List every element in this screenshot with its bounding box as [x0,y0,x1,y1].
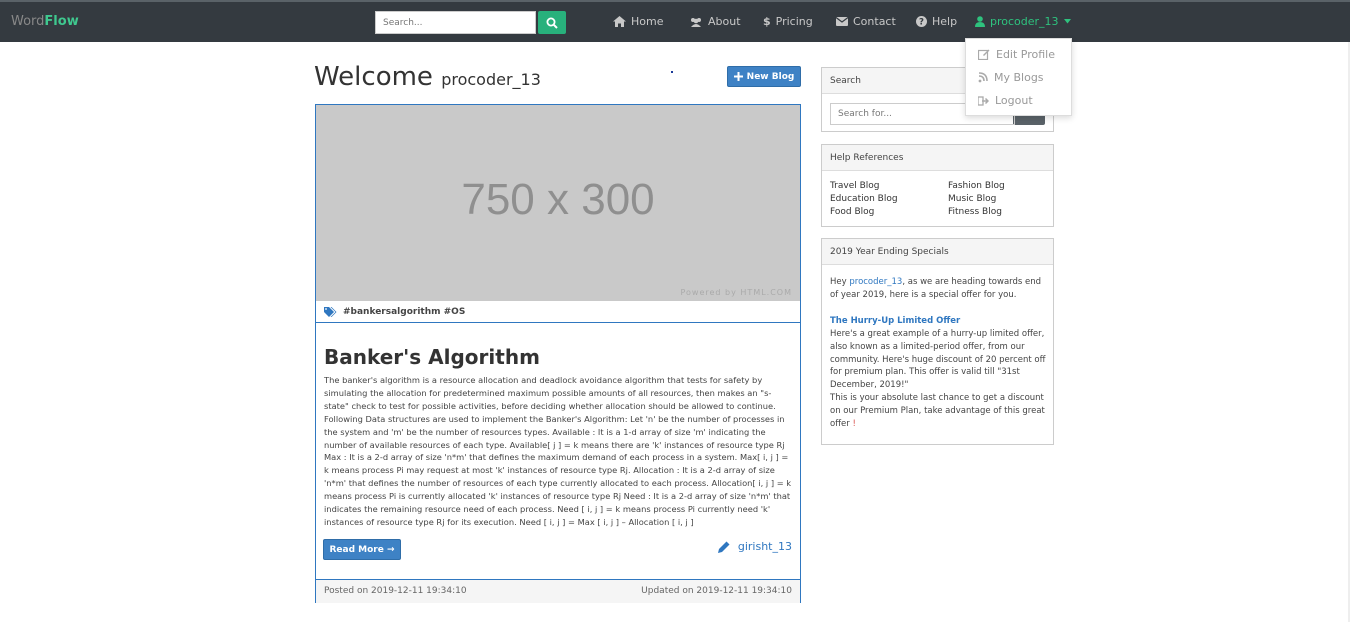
last-chance: This is your absolute last chance to get… [830,392,1048,431]
post-tags: #bankersalgorithm #OS [316,301,800,323]
decorative-dot [671,71,673,73]
question-circle-icon: ? [916,16,927,27]
help-widget-title: Help References [822,145,1053,171]
pencil-icon [717,541,730,553]
help-link-music[interactable]: Music Blog [948,194,996,204]
envelope-icon [836,17,848,26]
updated-date: Updated on 2019-12-11 19:34:10 [641,586,792,596]
help-link-fashion[interactable]: Fashion Blog [948,181,1005,191]
home-icon [613,16,626,27]
blog-post-card: 750 x 300 Powered by HTML.COM #bankersal… [315,104,801,603]
posted-date: Posted on 2019-12-11 19:34:10 [324,586,467,596]
year-end-specials-widget: 2019 Year Ending Specials Hey procoder_1… [821,238,1054,445]
edit-profile-label: Edit Profile [996,48,1056,61]
nav-help[interactable]: ? Help [916,15,957,28]
edit-icon [978,49,990,60]
post-author[interactable]: girisht_13 [717,540,792,553]
caret-down-icon [1063,19,1071,24]
help-link-travel[interactable]: Travel Blog [830,181,880,191]
last-chance-text: This is your absolute last chance to get… [830,393,1045,430]
dropdown-my-blogs[interactable]: My Blogs [978,71,1044,84]
new-blog-label: New Blog [746,71,795,82]
specials-widget-title: 2019 Year Ending Specials [822,239,1053,265]
dropdown-edit-profile[interactable]: Edit Profile [978,48,1055,61]
image-credit: Powered by HTML.COM [680,288,792,297]
tags-text[interactable]: #bankersalgorithm #OS [343,307,465,317]
specials-hey: Hey [830,277,850,287]
nav-user-label: procoder_13 [990,15,1059,28]
post-title[interactable]: Banker's Algorithm [324,345,540,369]
page-title: Welcome procoder_13 [314,62,541,92]
nav-help-label: Help [932,15,958,28]
nav-contact-label: Contact [853,15,896,28]
blog-icon [978,72,988,83]
specials-body: Hey procoder_13, as we are heading towar… [830,276,1048,431]
image-size-text: 750 x 300 [461,175,655,224]
users-icon [691,17,701,27]
plus-icon [733,72,743,81]
nav-home[interactable]: Home [613,15,663,28]
dollar-icon: $ [763,15,771,28]
new-blog-button[interactable]: New Blog [727,66,801,87]
offer-text: Here's a great example of a hurry-up lim… [830,328,1046,391]
nav-contact[interactable]: Contact [836,15,896,28]
logout-label: Logout [995,94,1033,107]
navbar: WordFlow Home About $ Pricing Contact ? … [0,0,1350,42]
nav-user-menu[interactable]: procoder_13 [975,15,1071,28]
nav-about-label: About [708,15,741,28]
post-image-placeholder: 750 x 300 Powered by HTML.COM [316,105,800,301]
nav-home-label: Home [631,15,664,28]
exclaim-mark: ! [852,419,856,430]
post-body: The banker's algorithm is a resource all… [324,375,792,527]
help-link-food[interactable]: Food Blog [830,207,874,217]
user-dropdown-menu: Edit Profile My Blogs Logout [965,38,1072,116]
tags-icon [324,306,337,317]
read-more-button[interactable]: Read More → [323,539,401,560]
my-blogs-label: My Blogs [994,71,1044,84]
help-link-education[interactable]: Education Blog [830,194,898,204]
specials-intro: Hey procoder_13, as we are heading towar… [830,276,1048,302]
help-references-widget: Help References Travel Blog Education Bl… [821,144,1054,227]
welcome-text: Welcome [314,62,433,92]
nav-about[interactable]: About [689,15,741,28]
author-name: girisht_13 [737,540,792,553]
user-icon [975,16,985,27]
specials-username[interactable]: procoder_13 [849,277,902,287]
sign-out-icon [978,95,989,106]
offer-title[interactable]: The Hurry-Up Limited Offer [830,315,1048,328]
nav-pricing-label: Pricing [775,15,813,28]
welcome-username: procoder_13 [441,70,541,89]
post-footer: Posted on 2019-12-11 19:34:10 Updated on… [316,579,800,603]
svg-text:?: ? [919,18,924,27]
help-link-fitness[interactable]: Fitness Blog [948,207,1002,217]
nav-pricing[interactable]: $ Pricing [763,15,813,28]
dropdown-logout[interactable]: Logout [978,94,1033,107]
